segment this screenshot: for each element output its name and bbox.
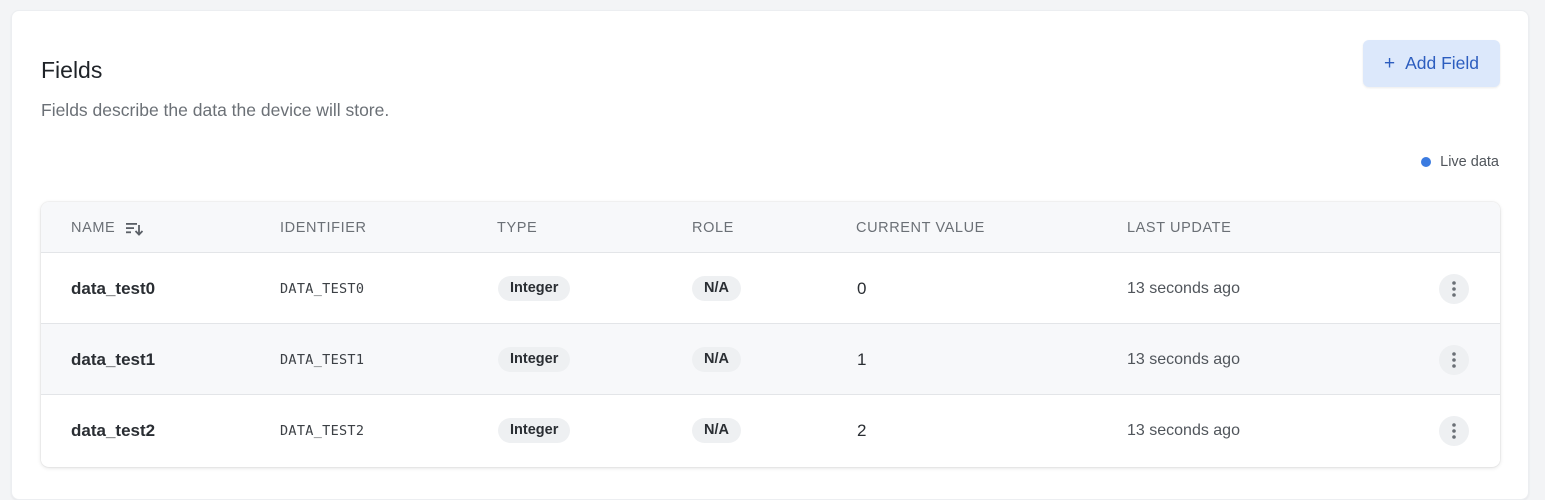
type-badge: Integer bbox=[498, 418, 571, 443]
more-vertical-icon bbox=[1452, 280, 1456, 297]
type-badge: Integer bbox=[498, 276, 571, 301]
role-badge: N/A bbox=[692, 418, 741, 443]
current-value: 0 bbox=[857, 278, 867, 298]
field-name: data_test1 bbox=[71, 349, 156, 369]
table-row[interactable]: data_test0 DATA_TEST0 Integer N/A 0 13 s… bbox=[41, 253, 1500, 324]
row-menu-button[interactable] bbox=[1439, 415, 1469, 446]
current-value: 2 bbox=[857, 420, 867, 440]
table-row[interactable]: data_test1 DATA_TEST1 Integer N/A 1 13 s… bbox=[41, 324, 1500, 395]
more-vertical-icon bbox=[1452, 422, 1456, 439]
last-update: 13 seconds ago bbox=[1127, 279, 1240, 297]
live-dot-icon bbox=[1421, 157, 1432, 167]
current-value: 1 bbox=[857, 349, 867, 369]
table-row[interactable]: data_test2 DATA_TEST2 Integer N/A 2 13 s… bbox=[41, 395, 1500, 466]
type-badge: Integer bbox=[498, 347, 571, 372]
column-header-current-value: CURRENT VALUE bbox=[856, 219, 985, 236]
add-field-button[interactable]: + Add Field bbox=[1363, 40, 1500, 87]
field-name: data_test0 bbox=[71, 278, 156, 298]
fields-table: NAME IDENTIFIER TYPE ROLE CURRENT VALUE … bbox=[41, 202, 1500, 467]
page-title: Fields bbox=[41, 57, 103, 83]
plus-icon: + bbox=[1383, 53, 1396, 74]
column-header-last-update: LAST UPDATE bbox=[1127, 219, 1232, 236]
last-update: 13 seconds ago bbox=[1127, 350, 1240, 368]
live-data-label: Live data bbox=[1440, 154, 1499, 170]
row-menu-button[interactable] bbox=[1439, 344, 1469, 375]
field-identifier: DATA_TEST2 bbox=[280, 422, 365, 439]
more-vertical-icon bbox=[1452, 351, 1456, 368]
row-menu-button[interactable] bbox=[1439, 273, 1469, 304]
role-badge: N/A bbox=[692, 276, 741, 301]
column-header-type: TYPE bbox=[497, 219, 538, 236]
column-header-name[interactable]: NAME bbox=[71, 202, 144, 253]
field-identifier: DATA_TEST1 bbox=[280, 351, 365, 368]
role-badge: N/A bbox=[692, 347, 741, 372]
table-header: NAME IDENTIFIER TYPE ROLE CURRENT VALUE … bbox=[41, 202, 1500, 253]
column-header-identifier: IDENTIFIER bbox=[280, 219, 367, 236]
field-identifier: DATA_TEST0 bbox=[280, 280, 365, 297]
column-header-role: ROLE bbox=[692, 219, 734, 236]
fields-card: Fields Fields describe the data the devi… bbox=[11, 10, 1529, 500]
last-update: 13 seconds ago bbox=[1127, 421, 1240, 439]
add-field-label: Add Field bbox=[1405, 53, 1480, 73]
sort-descending-icon[interactable] bbox=[125, 220, 144, 236]
field-name: data_test2 bbox=[71, 420, 156, 440]
live-data-indicator: Live data bbox=[1421, 154, 1499, 170]
page-subtitle: Fields describe the data the device will… bbox=[41, 100, 390, 120]
